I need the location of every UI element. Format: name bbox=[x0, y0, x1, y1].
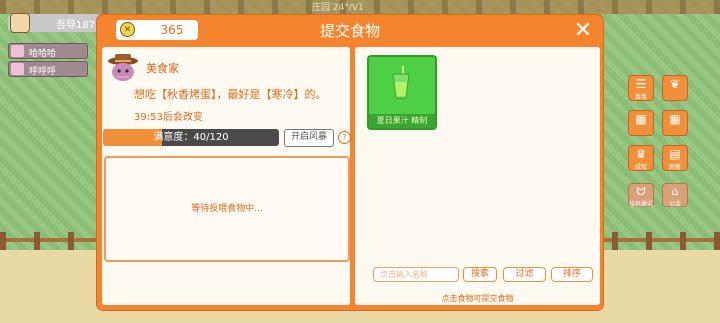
cat-icon: ᗢ bbox=[636, 185, 646, 198]
player-list-item[interactable]: 呼呼呼 bbox=[8, 61, 88, 77]
player-avatar[interactable] bbox=[10, 13, 30, 33]
player-avatar-icon bbox=[11, 63, 24, 75]
idle-mode-button[interactable]: ᗢ 挂机模式 bbox=[628, 183, 654, 208]
achievement-button[interactable]: ♛ 成就 bbox=[628, 145, 654, 171]
wing-icon: ❦ bbox=[669, 77, 681, 91]
player-avatar-icon bbox=[11, 45, 24, 57]
help-icon[interactable]: ? bbox=[338, 131, 351, 144]
trophy-icon: ♛ bbox=[635, 147, 647, 161]
customer-name: 美食家 bbox=[146, 62, 179, 75]
background-text: 庄园 24°/V1 bbox=[312, 3, 364, 13]
chest-icon: ▦ bbox=[635, 112, 647, 126]
juice-glass-icon bbox=[392, 66, 410, 99]
player-list-item[interactable]: 哈哈哈 bbox=[8, 43, 88, 59]
coin-icon: ✕ bbox=[120, 22, 135, 37]
gourmet-avatar bbox=[108, 54, 138, 81]
player-name: 哈哈哈 bbox=[29, 49, 57, 59]
menu-button[interactable]: ☰ 菜单 bbox=[628, 75, 654, 101]
coin-value: 365 bbox=[160, 23, 184, 37]
house-icon: ⌂ bbox=[671, 185, 679, 198]
filter-button[interactable]: 过滤 bbox=[503, 267, 546, 282]
close-button[interactable]: ✕ bbox=[570, 18, 596, 44]
satisfaction-label: 满意度：40/120 bbox=[153, 132, 229, 143]
search-button[interactable]: 搜索 bbox=[463, 267, 497, 282]
request-change-timer: 39:53后会改变 bbox=[134, 112, 203, 123]
submit-hint: 点击食物可提交食物 bbox=[441, 294, 514, 303]
start-storm-button[interactable]: 开启风暴 bbox=[284, 129, 334, 147]
menu-icon: ☰ bbox=[635, 77, 647, 91]
hud-button[interactable]: ▦ bbox=[662, 110, 688, 136]
guild-button[interactable]: ⌂ 公会 bbox=[662, 183, 688, 208]
customer-request: 想吃【秋香烤蛋】，最好是【寒冷】的。 bbox=[134, 88, 327, 101]
collection-button[interactable]: ▤ 图鉴 bbox=[662, 145, 688, 171]
chest-icon: ▦ bbox=[669, 112, 681, 126]
food-item-name: 夏日果汁 精制 bbox=[369, 114, 435, 128]
close-icon: ✕ bbox=[573, 18, 593, 43]
book-icon: ▤ bbox=[669, 147, 681, 161]
hud-button[interactable]: ❦ bbox=[662, 75, 688, 101]
food-search-input[interactable] bbox=[373, 267, 459, 282]
sort-button[interactable]: 排序 bbox=[551, 267, 593, 282]
player-name: 呼呼呼 bbox=[29, 67, 57, 77]
hud-button[interactable]: ▦ bbox=[628, 110, 654, 136]
drop-zone-text: 等待投喂食物中... bbox=[191, 204, 263, 214]
